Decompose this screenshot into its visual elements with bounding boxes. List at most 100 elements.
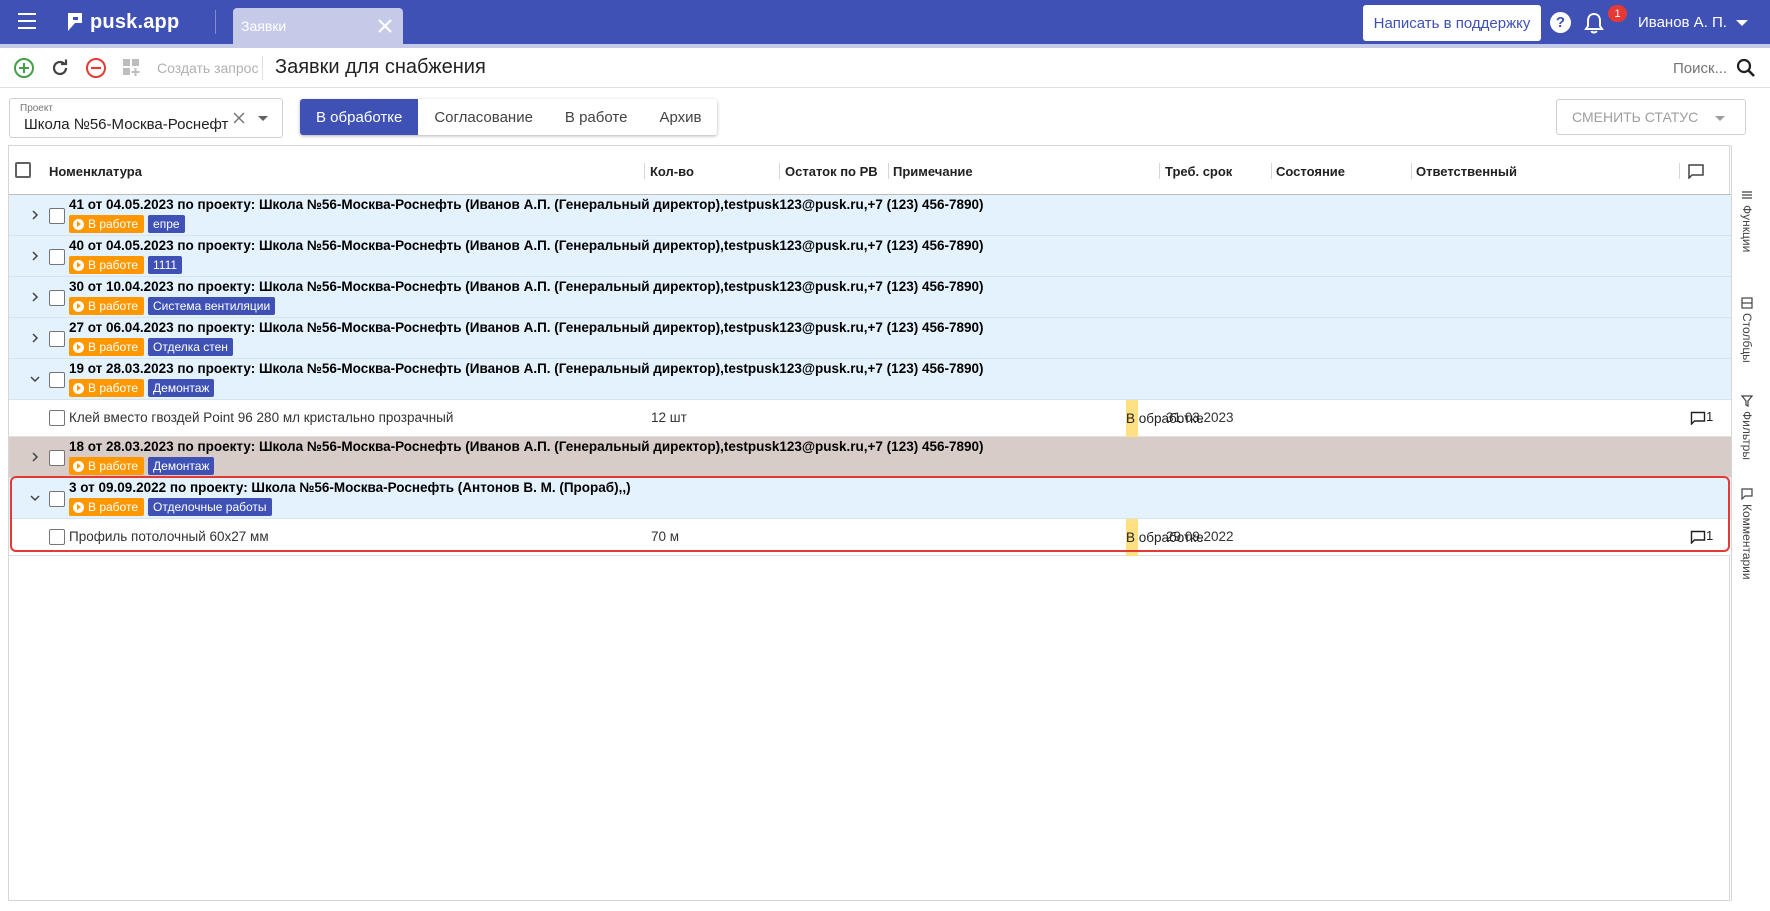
column-header-responsible[interactable]: Ответственный	[1416, 164, 1517, 179]
status-badge[interactable]: В работе	[69, 338, 145, 356]
search-icon[interactable]	[1736, 58, 1756, 78]
column-separator[interactable]	[1679, 163, 1680, 179]
status-badge[interactable]: В работе	[69, 297, 145, 315]
tab-approval[interactable]: Согласование	[418, 99, 549, 135]
page-title: Заявки для снабжения	[275, 56, 486, 78]
tag-badge: Демонтаж	[148, 457, 215, 475]
divider	[262, 56, 263, 80]
chevron-right-icon[interactable]	[29, 250, 41, 262]
side-label: Фильтры	[1740, 411, 1754, 460]
chevron-right-icon[interactable]	[29, 209, 41, 221]
table-row[interactable]: Профиль потолочный 60х27 мм 70 м 29.09.2…	[9, 519, 1731, 556]
status-badge-label: В работе	[88, 340, 139, 354]
select-all-checkbox[interactable]	[15, 162, 31, 178]
chevron-down-icon	[1715, 116, 1725, 121]
group-row[interactable]: 41 от 04.05.2023 по проекту: Школа №56-М…	[9, 195, 1731, 236]
refresh-icon[interactable]	[49, 57, 71, 79]
tab-in-work[interactable]: В работе	[548, 99, 644, 135]
column-header-name[interactable]: Номенклатура	[49, 164, 142, 179]
column-header-remainder[interactable]: Остаток по РВ	[785, 164, 878, 179]
item-qty: 70 м	[651, 529, 680, 544]
table-row[interactable]: Клей вместо гвоздей Point 96 280 мл крис…	[9, 400, 1731, 437]
status-badge[interactable]: В работе	[69, 379, 145, 397]
column-separator[interactable]	[888, 163, 889, 179]
row-checkbox[interactable]	[49, 331, 65, 347]
chevron-right-icon[interactable]	[29, 291, 41, 303]
row-checkbox[interactable]	[49, 249, 65, 265]
toolbar: Создать запрос Заявки для снабжения Поис…	[0, 48, 1770, 88]
status-badge[interactable]: В работе	[69, 457, 145, 475]
filter-icon	[1741, 395, 1753, 407]
add-circle-icon[interactable]	[13, 57, 35, 79]
side-label: Комментарии	[1740, 504, 1754, 580]
bell-icon[interactable]	[1584, 12, 1604, 34]
column-separator[interactable]	[1271, 163, 1272, 179]
row-checkbox[interactable]	[49, 450, 65, 466]
row-checkbox[interactable]	[49, 208, 65, 224]
row-checkbox[interactable]	[49, 529, 65, 545]
status-badge[interactable]: В работе	[69, 215, 145, 233]
status-badge[interactable]: В работе	[69, 498, 145, 516]
column-separator[interactable]	[1159, 163, 1160, 179]
chevron-down-icon[interactable]	[1736, 20, 1748, 26]
row-checkbox[interactable]	[49, 491, 65, 507]
search-input[interactable]: Поиск...	[1673, 60, 1727, 77]
comment-icon[interactable]	[1690, 530, 1706, 544]
comment-icon[interactable]	[1690, 411, 1706, 425]
group-row[interactable]: 40 от 04.05.2023 по проекту: Школа №56-М…	[9, 236, 1731, 277]
row-checkbox[interactable]	[49, 410, 65, 426]
side-tab-functions[interactable]: Функции	[1740, 189, 1754, 252]
grid-header: Номенклатура Кол-во Остаток по РВ Примеч…	[9, 146, 1731, 195]
column-header-note[interactable]: Примечание	[893, 164, 973, 179]
play-icon	[73, 341, 84, 353]
menu-icon[interactable]	[18, 13, 40, 31]
column-separator[interactable]	[779, 163, 780, 179]
item-state: В обработке	[1126, 411, 1204, 426]
group-row[interactable]: 18 от 28.03.2023 по проекту: Школа №56-М…	[9, 437, 1731, 478]
tab-archive[interactable]: Архив	[643, 99, 718, 135]
row-checkbox[interactable]	[49, 372, 65, 388]
user-menu[interactable]: Иванов А. П.	[1638, 14, 1727, 31]
project-select[interactable]: Проект Школа №56-Москва-Роснефт	[9, 98, 283, 138]
tab-zayavki[interactable]: Заявки	[233, 8, 403, 44]
column-header-state[interactable]: Состояние	[1276, 164, 1345, 179]
close-icon[interactable]	[375, 16, 395, 36]
chevron-down-icon[interactable]	[258, 116, 268, 121]
project-value: Школа №56-Москва-Роснефт	[24, 116, 229, 133]
row-checkbox[interactable]	[49, 290, 65, 306]
help-icon[interactable]: ?	[1550, 12, 1571, 33]
column-header-qty[interactable]: Кол-во	[650, 164, 694, 179]
chevron-right-icon[interactable]	[29, 332, 41, 344]
group-row[interactable]: 3 от 09.09.2022 по проекту: Школа №56-Мо…	[9, 478, 1731, 519]
clear-icon[interactable]	[232, 111, 246, 125]
side-tab-comments[interactable]: Комментарии	[1740, 488, 1754, 580]
chevron-right-icon[interactable]	[29, 451, 41, 463]
group-title: 3 от 09.09.2022 по проекту: Школа №56-Мо…	[69, 480, 631, 495]
column-separator[interactable]	[1411, 163, 1412, 179]
chevron-down-icon[interactable]	[29, 373, 41, 385]
comment-icon[interactable]	[1687, 163, 1705, 179]
comment-count: 1	[1706, 409, 1714, 424]
remove-circle-icon[interactable]	[85, 57, 107, 79]
column-header-deadline[interactable]: Треб. срок	[1165, 164, 1232, 179]
logo-icon	[68, 13, 82, 31]
chevron-down-icon[interactable]	[29, 492, 41, 504]
side-tab-columns[interactable]: Столбцы	[1740, 297, 1754, 363]
tag-badge: Отделка стен	[148, 338, 233, 356]
side-tab-filters[interactable]: Фильтры	[1740, 395, 1754, 460]
logo[interactable]: pusk.app	[66, 9, 179, 35]
support-button[interactable]: Написать в поддержку	[1363, 5, 1541, 41]
grid-add-icon[interactable]	[121, 57, 143, 79]
menu-icon	[1742, 191, 1752, 199]
change-status-button[interactable]: СМЕНИТЬ СТАТУС	[1556, 99, 1746, 135]
comment-icon	[1741, 488, 1753, 500]
columns-icon	[1741, 297, 1753, 309]
create-request-button[interactable]: Создать запрос	[157, 60, 258, 76]
tab-processing[interactable]: В обработке	[300, 99, 419, 135]
group-row[interactable]: 27 от 06.04.2023 по проекту: Школа №56-М…	[9, 318, 1731, 359]
group-row[interactable]: 19 от 28.03.2023 по проекту: Школа №56-М…	[9, 359, 1731, 400]
status-badge[interactable]: В работе	[69, 256, 145, 274]
column-separator[interactable]	[644, 163, 645, 179]
side-label: Функции	[1740, 205, 1754, 253]
group-row[interactable]: 30 от 10.04.2023 по проекту: Школа №56-М…	[9, 277, 1731, 318]
